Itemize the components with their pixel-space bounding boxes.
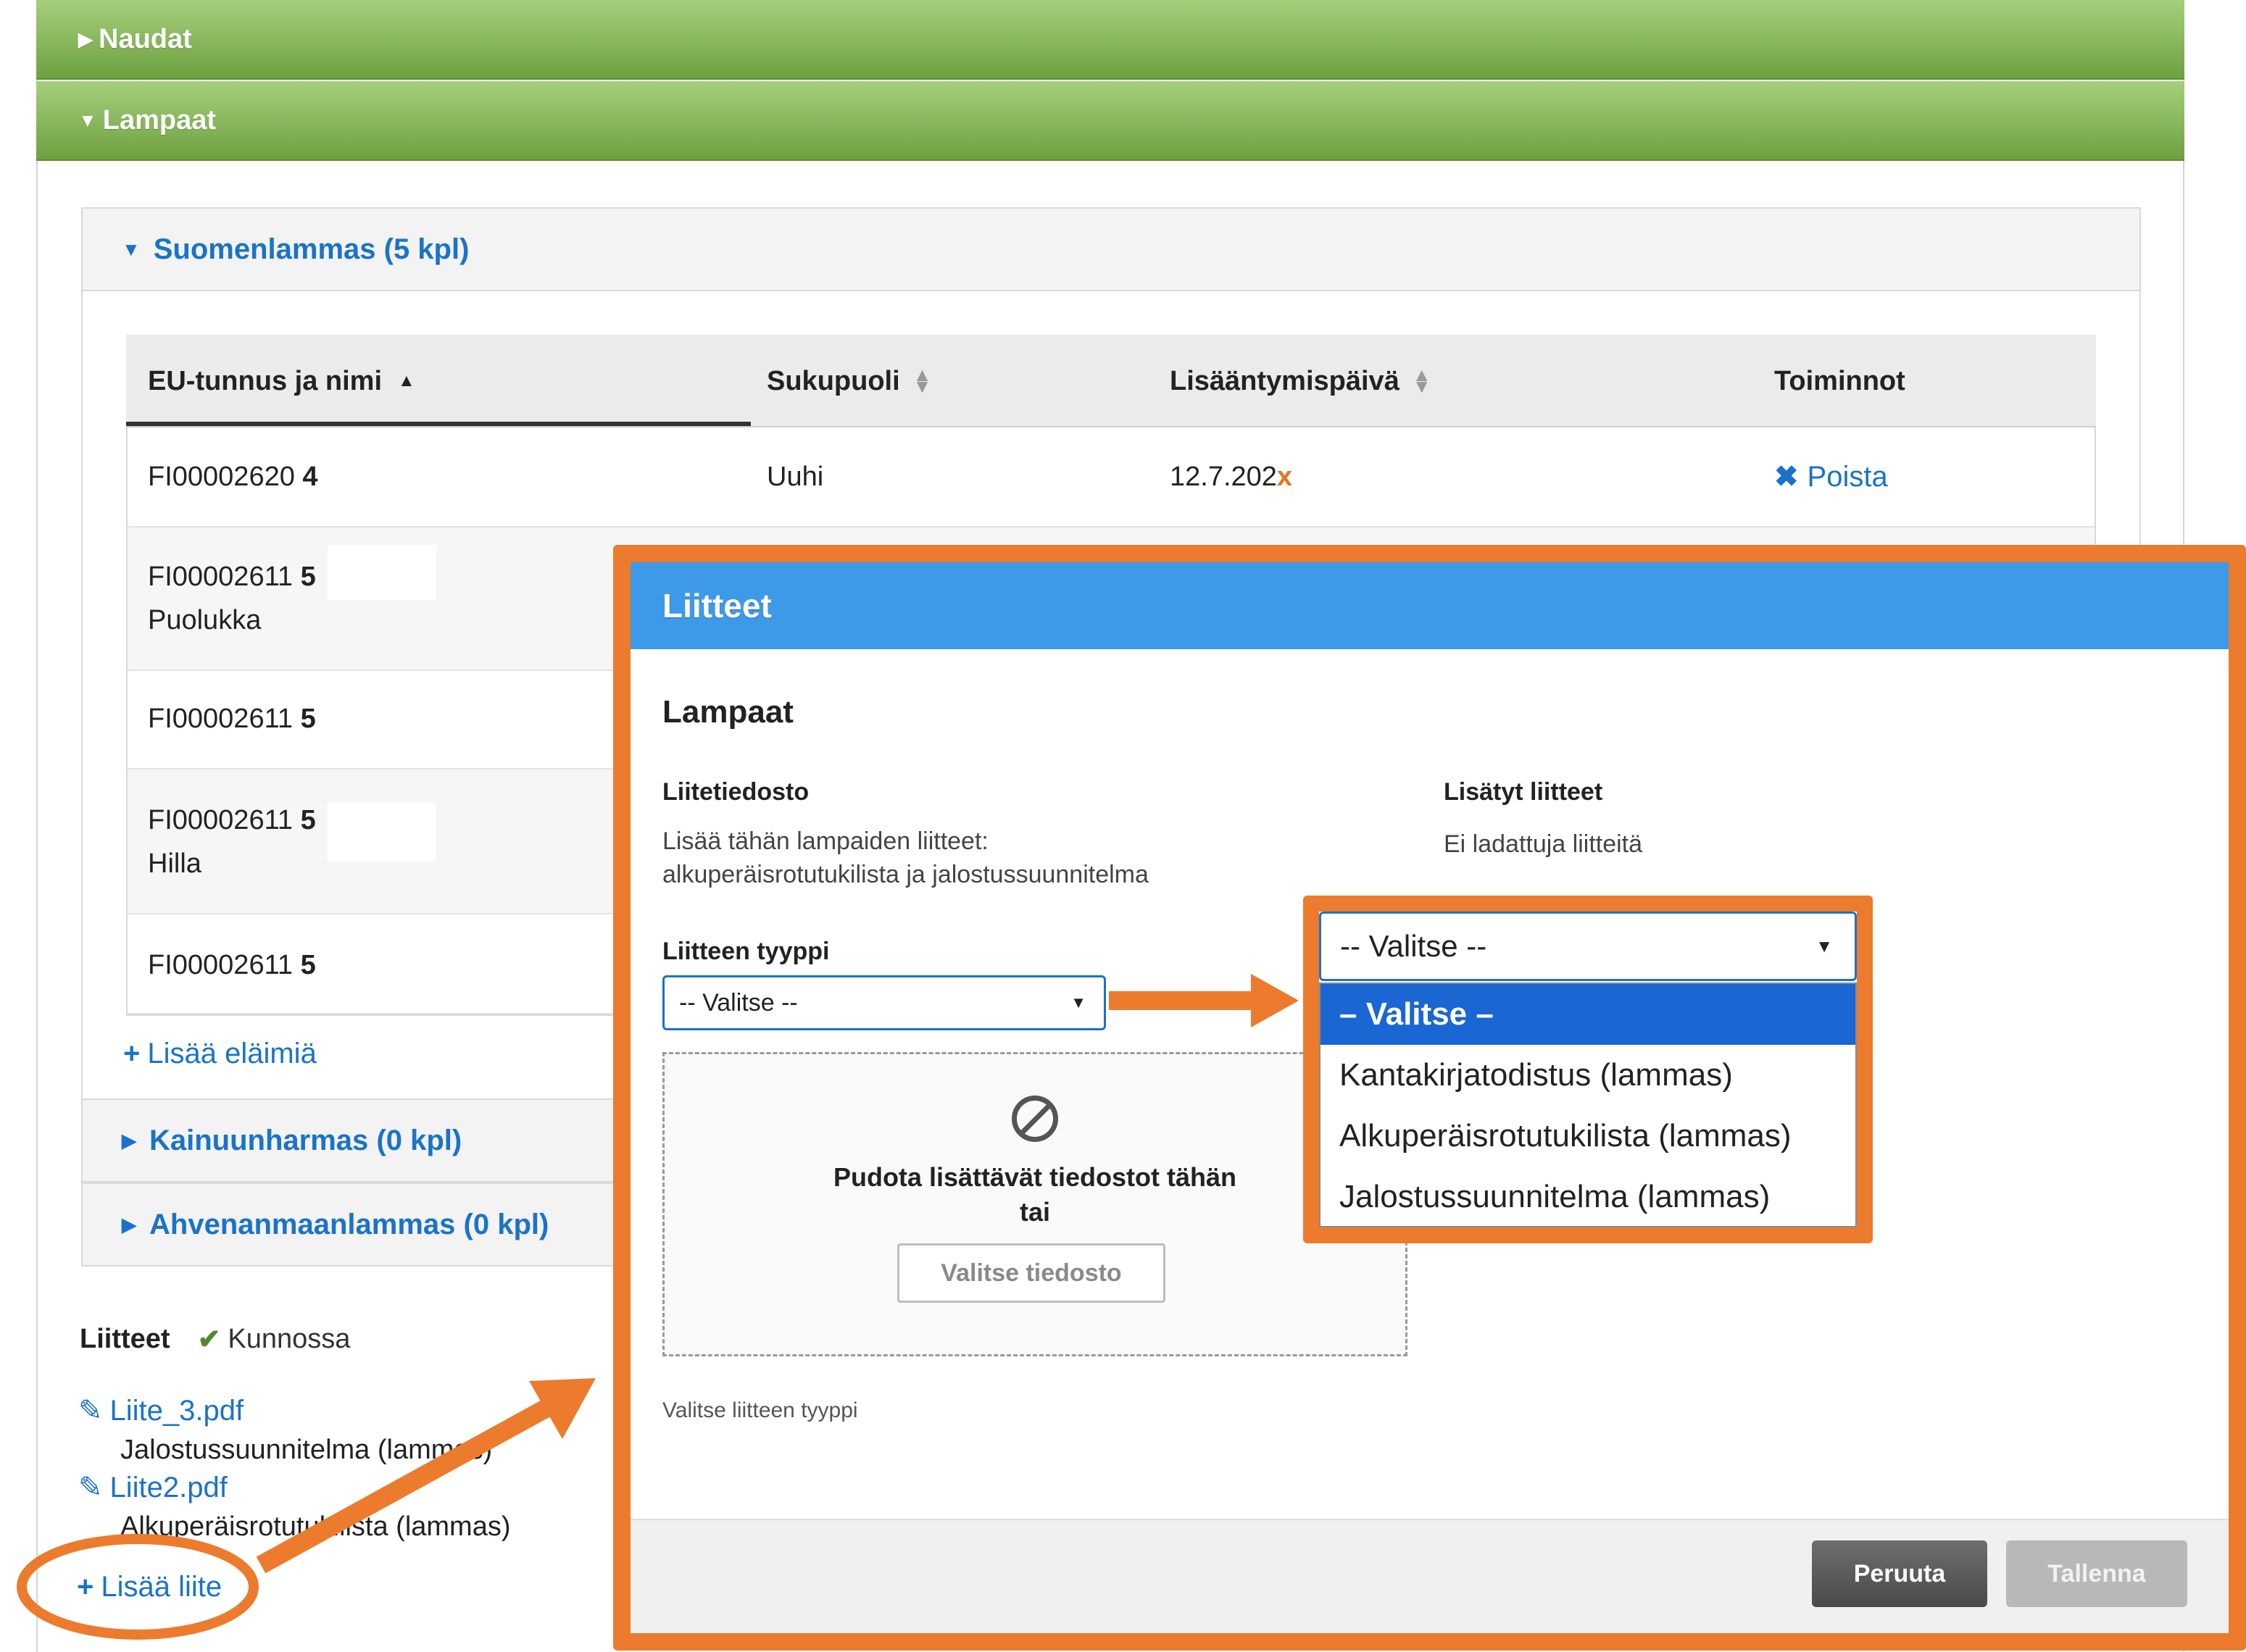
sort-asc-icon: ▲ — [398, 371, 415, 391]
attachment-type-value: -- Valitse -- — [679, 988, 798, 1017]
annotation-arrow-svg — [17, 1378, 596, 1640]
drop-text: Pudota lisättävät tiedostot tähän — [833, 1162, 1237, 1192]
callout-arrow-head — [1251, 974, 1299, 1027]
chevron-down-icon: ▼ — [78, 109, 97, 131]
chevron-right-icon: ▶ — [122, 1129, 136, 1151]
drop-text-or: tai — [1019, 1197, 1050, 1227]
callout-arrow-svg — [1109, 974, 1299, 1027]
accordion-sheep[interactable]: ▼ Lampaat — [36, 81, 2184, 161]
row-eu-id: FI00002611 5 — [148, 562, 316, 592]
no-files-text: Ei ladattuja liitteitä — [1444, 830, 1643, 858]
accordion-sheep-label: Lampaat — [102, 104, 217, 135]
delete-link[interactable]: ✖ Poista — [1774, 455, 1888, 498]
callout-arrow-shaft — [1109, 991, 1254, 1010]
dropdown-select[interactable]: -- Valitse -- ▼ — [1319, 911, 1857, 981]
breed-suomenlammas[interactable]: ▼ Suomenlammas (5 kpl) — [81, 207, 2141, 291]
redacted-box — [328, 803, 436, 861]
added-files-label: Lisätyt liitteet — [1444, 778, 1603, 806]
modal-section-title: Lampaat — [662, 694, 794, 730]
dropdown-option[interactable]: Kantakirjatodistus (lammas) — [1320, 1045, 1855, 1106]
row-sex: Uuhi — [767, 462, 824, 492]
row-name: Hilla — [148, 848, 201, 879]
row-eu-id: FI00002611 5 — [148, 805, 316, 835]
row-name: Puolukka — [148, 605, 262, 635]
type-hint: Valitse liitteen tyyppi — [662, 1398, 858, 1422]
cancel-button[interactable]: Peruuta — [1812, 1540, 1987, 1607]
dropdown-option[interactable]: Alkuperäisrotutukilista (lammas) — [1320, 1106, 1855, 1167]
th-eu-id-label: EU-tunnus ja nimi — [148, 365, 382, 396]
file-help-2: alkuperäisrotutukilista ja jalostussuunn… — [662, 861, 1149, 888]
row-date: 12.7.202x — [1170, 462, 1293, 492]
dropdown-option[interactable]: Jalostussuunnitelma (lammas) — [1320, 1167, 1855, 1227]
accordion-cattle-label: Naudat — [99, 23, 192, 54]
file-help-1: Lisää tähän lampaiden liitteet: — [662, 827, 989, 855]
chevron-down-icon: ▼ — [122, 238, 141, 260]
active-sort-underline — [126, 422, 751, 426]
choose-file-button[interactable]: Valitse tiedosto — [897, 1243, 1165, 1303]
add-animals-link[interactable]: + Lisää eläimiä — [123, 1038, 317, 1070]
sort-icon: ▲ ▼ — [912, 364, 932, 397]
dropdown-value: -- Valitse -- — [1340, 929, 1487, 963]
row-eu-id: FI00002611 5 — [148, 704, 316, 734]
th-sex-label: Sukupuoli — [767, 365, 900, 396]
th-eu-id[interactable]: EU-tunnus ja nimi ▲ — [148, 335, 415, 427]
annotation-arrow-line — [256, 1397, 556, 1574]
chevron-right-icon: ▶ — [122, 1213, 136, 1235]
modal-header: Liitteet — [631, 562, 2229, 649]
row-eu-id: FI00002611 5 — [148, 950, 316, 980]
type-label: Liitteen tyyppi — [662, 938, 830, 965]
caret-down-icon: ▼ — [1815, 937, 1833, 956]
breed-suomenlammas-label: Suomenlammas (5 kpl) — [153, 233, 470, 265]
modal-footer — [631, 1519, 2229, 1633]
close-icon: ✖ — [1774, 461, 1799, 493]
chevron-right-icon: ▶ — [78, 28, 93, 50]
redacted-box — [328, 545, 436, 600]
dropdown-option[interactable]: – Valitse – — [1320, 984, 1855, 1045]
th-date[interactable]: Lisääntymispäivä ▲ ▼ — [1170, 335, 1431, 427]
file-label: Liitetiedosto — [662, 778, 810, 806]
plus-icon: + — [123, 1038, 141, 1069]
accordion-cattle[interactable]: ▶ Naudat — [36, 0, 2184, 80]
th-actions: Toiminnot — [1774, 335, 1905, 427]
th-actions-label: Toiminnot — [1774, 365, 1905, 396]
th-sex[interactable]: Sukupuoli ▲ ▼ — [767, 335, 931, 427]
no-entry-icon — [1012, 1096, 1058, 1142]
breed-ahvenanmaanlammas-label: Ahvenanmaanlammas (0 kpl) — [149, 1208, 549, 1240]
highlight-ellipse — [17, 1534, 259, 1640]
caret-down-icon: ▼ — [1070, 993, 1086, 1011]
th-date-label: Lisääntymispäivä — [1170, 365, 1399, 396]
row-eu-id: FI00002620 4 — [148, 462, 318, 492]
breed-kainuunharmas-label: Kainuunharmas (0 kpl) — [149, 1124, 462, 1156]
attachment-type-select[interactable]: -- Valitse -- ▼ — [662, 975, 1106, 1030]
sort-icon: ▲ ▼ — [1412, 364, 1431, 397]
save-button[interactable]: Tallenna — [2006, 1540, 2187, 1607]
